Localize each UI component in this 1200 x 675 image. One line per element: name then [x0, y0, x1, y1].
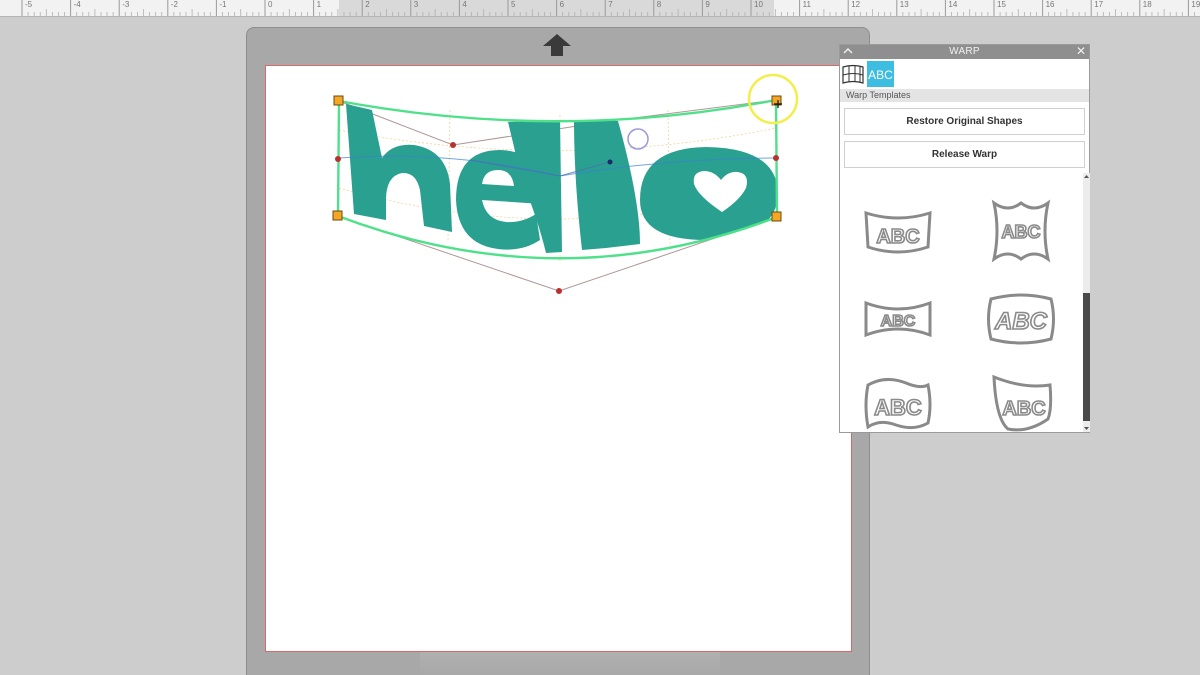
template-bulge-wave[interactable]: ABC — [988, 197, 1054, 265]
svg-text:ABC: ABC — [868, 68, 893, 82]
scroll-thumb[interactable] — [1083, 293, 1090, 421]
close-icon[interactable]: ✕ — [1076, 45, 1086, 58]
release-warp-button[interactable]: Release Warp — [844, 141, 1085, 168]
svg-text:ABC: ABC — [881, 313, 916, 330]
template-pinch[interactable]: ABC — [862, 299, 934, 339]
scroll-down-icon[interactable] — [1083, 425, 1090, 432]
scroll-up-icon[interactable] — [1083, 173, 1090, 180]
warp-tabs: ABC — [840, 60, 1089, 88]
svg-text:ABC: ABC — [1002, 222, 1041, 242]
svg-text:ABC: ABC — [874, 395, 922, 420]
rotate-handle[interactable] — [627, 128, 649, 150]
text-hello[interactable] — [346, 104, 778, 253]
warp-templates-label: Warp Templates — [840, 89, 1089, 102]
letter-l-2 — [574, 120, 640, 250]
svg-text:ABC: ABC — [994, 308, 1048, 335]
mesh-warp-icon[interactable] — [841, 61, 865, 87]
abc-template-icon: ABC — [868, 68, 893, 82]
warp-panel: WARP ✕ ABC Warp Templates Restore Origin… — [839, 44, 1090, 433]
template-inflate[interactable]: ABC — [986, 291, 1056, 347]
tab-warp-templates[interactable]: ABC — [867, 61, 894, 87]
warp-panel-titlebar[interactable]: WARP ✕ — [840, 45, 1089, 59]
template-shield[interactable]: ABC — [988, 371, 1056, 432]
app-window: -5 -4 -3 -2 -1 0 1 2 3 4 5 6 7 8 9 10 11 12 13 14 15 16 17 18 19 — [0, 0, 1200, 675]
restore-original-shapes-button[interactable]: Restore Original Shapes — [844, 108, 1085, 135]
template-flag[interactable]: ABC — [862, 375, 934, 432]
template-scrollbar[interactable] — [1083, 173, 1090, 432]
svg-text:ABC: ABC — [876, 226, 919, 248]
template-arc-up[interactable]: ABC — [862, 205, 934, 257]
svg-text:ABC: ABC — [1002, 398, 1045, 420]
warp-template-grid: ABC ABC ABC ABC ABC ABC — [840, 173, 1083, 432]
letter-h — [346, 104, 452, 232]
warp-panel-title: WARP — [949, 46, 980, 57]
